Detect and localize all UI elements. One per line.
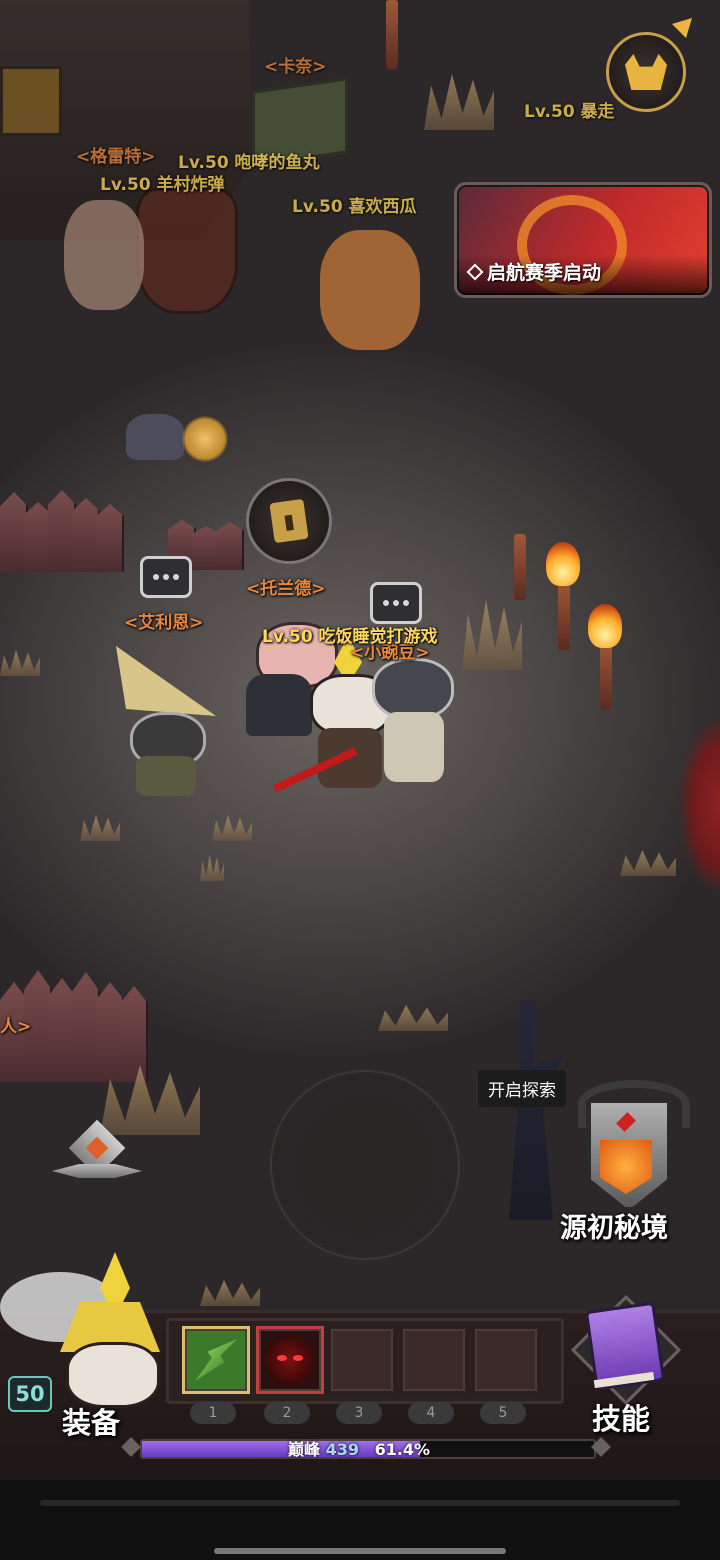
quest-card-button[interactable]: ▮ bbox=[246, 478, 332, 564]
skill-slot-1[interactable] bbox=[182, 1326, 250, 1394]
slot-number: 1 bbox=[190, 1402, 236, 1424]
grass-tuft bbox=[0, 650, 40, 676]
grass-tuft bbox=[80, 815, 120, 841]
slot-number: 4 bbox=[408, 1402, 454, 1424]
grass-tuft bbox=[200, 1280, 260, 1306]
torch-post bbox=[386, 0, 398, 70]
grass-tuft bbox=[378, 1005, 448, 1031]
xp-value: 439 bbox=[325, 1440, 359, 1459]
grass-tuft bbox=[212, 815, 252, 841]
skill-slot-4[interactable] bbox=[400, 1326, 468, 1394]
xp-text: 巅峰 439 61.4% bbox=[288, 1436, 430, 1460]
equip-button[interactable]: 装备 bbox=[62, 1400, 120, 1442]
red-eyes-skill-icon bbox=[265, 1335, 315, 1385]
pet-button[interactable] bbox=[606, 32, 686, 112]
house-window bbox=[0, 66, 62, 136]
hud-ornament-line bbox=[40, 1500, 680, 1506]
blood-splatter bbox=[680, 720, 720, 890]
xp-tier: 巅峰 bbox=[288, 1440, 321, 1459]
grass-tuft bbox=[620, 850, 676, 876]
slot-number: 2 bbox=[264, 1402, 310, 1424]
torch-flame bbox=[546, 542, 580, 586]
green-arrow-skill-icon bbox=[195, 1339, 237, 1381]
horned-skull-shield-icon[interactable] bbox=[578, 1080, 690, 1210]
home-indicator bbox=[214, 1548, 506, 1554]
character-goat-player[interactable] bbox=[362, 652, 472, 792]
level-badge: 50 bbox=[8, 1376, 52, 1412]
skill-button[interactable]: 技能 bbox=[592, 1396, 650, 1438]
glowing-orb bbox=[182, 416, 228, 462]
speech-bubble-icon[interactable] bbox=[370, 582, 422, 624]
dog-head-icon bbox=[625, 54, 667, 90]
npc-name-gelite: <格雷特> bbox=[76, 147, 156, 167]
character-cat-small[interactable] bbox=[126, 414, 184, 460]
event-banner-label: 启航赛季启动 bbox=[487, 262, 602, 284]
skill-slot-2[interactable] bbox=[256, 1326, 324, 1394]
grass-tuft bbox=[200, 855, 224, 881]
npc-name-offscreen: 人> bbox=[0, 1017, 32, 1037]
character-fox-player[interactable] bbox=[320, 230, 420, 350]
triangle-arrow-icon[interactable] bbox=[672, 18, 692, 38]
grass-tuft bbox=[424, 74, 494, 130]
slot-number: 5 bbox=[480, 1402, 526, 1424]
diamond-marker-icon bbox=[466, 263, 484, 280]
slot-number: 3 bbox=[336, 1402, 382, 1424]
speech-bubble-icon[interactable] bbox=[140, 556, 192, 598]
portal-label[interactable]: 源初秘境 bbox=[560, 1206, 668, 1245]
fence-left-upper bbox=[0, 490, 124, 572]
game-scene[interactable]: ▮ <卡奈> <格雷特> Lv.50 咆哮的鱼丸 Lv.50 羊村炸弹 Lv.5… bbox=[0, 0, 720, 1560]
post bbox=[514, 534, 526, 600]
player-name-p4: Lv.50 暴走 bbox=[524, 102, 615, 122]
player-name-p2: Lv.50 羊村炸弹 bbox=[100, 175, 225, 195]
xp-percent: 61.4% bbox=[374, 1440, 431, 1459]
npc-name-ailien: <艾利恩> bbox=[124, 613, 204, 633]
torch-post bbox=[558, 580, 570, 650]
player-name-self: Lv.50 吃饭睡觉打游戏 bbox=[262, 627, 438, 647]
torch-post bbox=[600, 640, 612, 710]
skill-slot-5[interactable] bbox=[472, 1326, 540, 1394]
card-quest-icon: ▮ bbox=[269, 498, 309, 544]
character-witch-npc[interactable] bbox=[106, 646, 216, 796]
npc-name-tuolande: <托兰德> bbox=[246, 579, 326, 599]
character-cow-player[interactable] bbox=[64, 200, 144, 310]
skill-slot-3[interactable] bbox=[328, 1326, 396, 1394]
player-name-p3: Lv.50 喜欢西瓜 bbox=[292, 197, 417, 217]
spell-book-icon[interactable] bbox=[570, 1294, 682, 1406]
event-banner[interactable]: 启航赛季启动 bbox=[454, 182, 712, 298]
diamond-compass-icon[interactable] bbox=[52, 1119, 142, 1196]
character-tiki-player[interactable] bbox=[136, 188, 238, 314]
virtual-joystick[interactable] bbox=[270, 1070, 460, 1260]
torch-flame bbox=[588, 604, 622, 648]
dead-tree bbox=[487, 1000, 564, 1220]
explore-tooltip[interactable]: 开启探索 bbox=[478, 1070, 566, 1107]
npc-name-kanai: <卡奈> bbox=[264, 57, 327, 77]
